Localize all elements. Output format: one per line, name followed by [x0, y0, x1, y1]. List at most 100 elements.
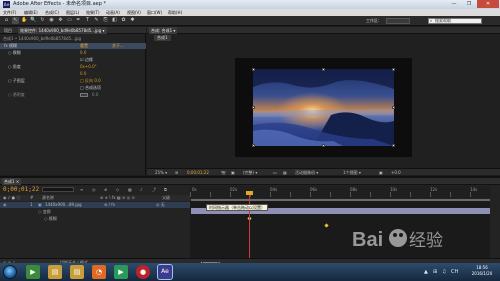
magnification-select[interactable]: 25% ▾ [155, 169, 167, 176]
roto-icon[interactable]: ✿ [120, 17, 127, 24]
menu-effect[interactable]: 效果(T) [86, 9, 100, 16]
transform-handle[interactable] [322, 68, 325, 71]
fx-checkbox-value[interactable]: □ 合成选项 [80, 85, 101, 91]
fx-param-value[interactable]: 0x+0.0° [80, 64, 97, 70]
start-button[interactable] [3, 265, 17, 279]
grid-icon[interactable]: ⊞ [175, 169, 178, 176]
clone-icon[interactable]: ⎘ [102, 17, 109, 24]
menu-animation[interactable]: 动画(A) [106, 9, 120, 16]
minimize-button[interactable]: — [447, 0, 461, 8]
transform-handle[interactable] [392, 106, 395, 109]
about-link[interactable]: 关于... [112, 43, 124, 49]
after-effects-icon[interactable]: Ae [157, 264, 173, 280]
menu-help[interactable]: 帮助(H) [168, 9, 182, 16]
visibility-icon[interactable]: ◉ [3, 202, 7, 208]
select-icon[interactable]: ↖ [12, 17, 19, 24]
camera-view-select[interactable]: 活动摄像机 ▾ [295, 169, 318, 176]
record-icon[interactable]: ● [136, 265, 150, 279]
brainstorm-icon[interactable]: ⧉ [164, 187, 167, 192]
view-layout-select[interactable]: 1个视图 ▾ [343, 169, 361, 176]
rotate-icon[interactable]: ↻ [39, 17, 46, 24]
transform-handle[interactable] [252, 144, 255, 147]
pan-icon[interactable]: ✥ [57, 17, 64, 24]
text-icon[interactable]: T [84, 17, 91, 24]
player-icon[interactable]: ▶ [114, 265, 128, 279]
menu-window[interactable]: 窗口(W) [147, 9, 162, 16]
eraser-icon[interactable]: ◧ [111, 17, 118, 24]
tab-project[interactable]: 项目 [2, 27, 14, 34]
fx-param-value[interactable]: 0.0 [80, 71, 86, 77]
home-icon[interactable]: ⌂ [3, 17, 10, 24]
layer-name[interactable]: 1440x900...89.jpg [45, 202, 82, 208]
rect-mask-icon[interactable]: ▭ [66, 17, 73, 24]
zoom-icon[interactable]: 🔍 [30, 17, 37, 24]
tab-timeline-comp[interactable]: 合成1 × [2, 178, 22, 185]
current-timecode[interactable]: 0;00;01;22 [3, 186, 39, 193]
layer-number: 1 [30, 202, 33, 207]
camera-icon[interactable]: ◉ [48, 17, 55, 24]
comp-subtab[interactable]: 合成1 [154, 35, 171, 41]
fx-param-value[interactable]: 0.0 [92, 92, 98, 98]
transform-handle[interactable] [392, 68, 395, 71]
roi-icon[interactable]: ▭ [273, 169, 277, 176]
pen-icon[interactable]: ✒ [75, 17, 82, 24]
fx-param-value[interactable]: 0.0 [80, 50, 86, 56]
tab-composition[interactable]: 合成: 合成1 ▾ [149, 27, 178, 34]
clock[interactable]: 18:56 2016/1/20 [466, 265, 498, 277]
viewer-timecode[interactable]: 0;00;01;22 [187, 169, 209, 176]
shy-icon[interactable]: ◇ [116, 187, 119, 192]
layer-switches[interactable]: ⊛ / fx [104, 202, 115, 208]
folder-icon[interactable]: ▤ [48, 265, 62, 279]
transform-handle[interactable] [252, 68, 255, 71]
menu-file[interactable]: 文件(F) [3, 9, 16, 16]
parent-select[interactable]: ◎ 无 [156, 202, 165, 208]
file-explorer-icon[interactable]: ▤ [70, 265, 84, 279]
snapshot-icon[interactable]: 📷 [221, 169, 226, 176]
menu-edit[interactable]: 编辑(E) [24, 9, 38, 16]
exposure-value[interactable]: +0.0 [391, 169, 401, 176]
fx-param-value[interactable]: □ 反向 0.0 [80, 78, 101, 84]
resolution-select[interactable]: (完整) ▾ [243, 169, 257, 176]
color-swatch[interactable] [80, 93, 88, 97]
reset-link[interactable]: 重置 [80, 43, 88, 49]
menu-view[interactable]: 视图(V) [127, 9, 141, 16]
timeline-menu-icon[interactable]: ≡ [80, 187, 83, 192]
fx-checkbox-value[interactable]: ☑ 边缘 [80, 57, 93, 63]
channel-icon[interactable]: ▣ [231, 169, 235, 176]
comp-mini-flowchart-icon[interactable]: ◎ [92, 187, 96, 192]
help-search-input[interactable]: ⌕ 搜索帮助 [428, 18, 482, 24]
transform-handle[interactable] [322, 144, 325, 147]
puppet-icon[interactable]: ✱ [129, 17, 136, 24]
layer-image[interactable] [253, 69, 394, 146]
draft-3d-icon[interactable]: ⊕ [104, 187, 107, 192]
composition-canvas[interactable] [235, 58, 412, 157]
parent-header: 父级 [162, 195, 170, 200]
maximize-button[interactable]: ❐ [462, 0, 476, 8]
workspace-select[interactable] [386, 18, 410, 24]
layer-search-input[interactable] [42, 187, 74, 192]
tab-effect-controls[interactable]: 效果控件: 1440x900_bd9e0b8578d5...jpg ▾ [18, 27, 107, 34]
transform-handle[interactable] [252, 106, 255, 109]
transparency-grid-icon[interactable]: ▦ [283, 169, 287, 176]
layer-property-row[interactable]: ○ 模糊 [0, 216, 190, 222]
ruler-tick [190, 192, 191, 197]
effect-header-row[interactable]: fx 模糊 重置 关于... [0, 43, 146, 49]
transform-handle[interactable] [392, 144, 395, 147]
layer-property-row[interactable]: ○ 变换 [0, 209, 190, 215]
firefox-icon[interactable]: ◔ [92, 265, 106, 279]
media-player-icon[interactable]: ▶ [26, 265, 40, 279]
menu-composition[interactable]: 合成(C) [45, 9, 59, 16]
menu-layer[interactable]: 图层(L) [66, 9, 79, 16]
layer-row[interactable]: ◉ 1 ▣ 1440x900...89.jpg ⊛ / fx ◎ 无 [0, 202, 190, 208]
time-ruler[interactable]: 0s 02s 04s 06s 08s 10s 12s 14s [190, 186, 490, 198]
brush-icon[interactable]: ✎ [93, 17, 100, 24]
hand-icon[interactable]: ✋ [21, 17, 28, 24]
property-name[interactable]: ○ 模糊 [44, 216, 57, 222]
current-time-indicator-handle[interactable] [246, 191, 253, 195]
close-button[interactable]: ✕ [477, 0, 499, 8]
motion-blur-icon[interactable]: ♪ [140, 187, 143, 192]
frame-blend-icon[interactable]: ▦ [128, 187, 132, 192]
fast-preview-icon[interactable]: ▣ [379, 169, 383, 176]
property-name[interactable]: ○ 变换 [38, 209, 51, 215]
graph-editor-icon[interactable]: ⤴ [152, 187, 156, 192]
